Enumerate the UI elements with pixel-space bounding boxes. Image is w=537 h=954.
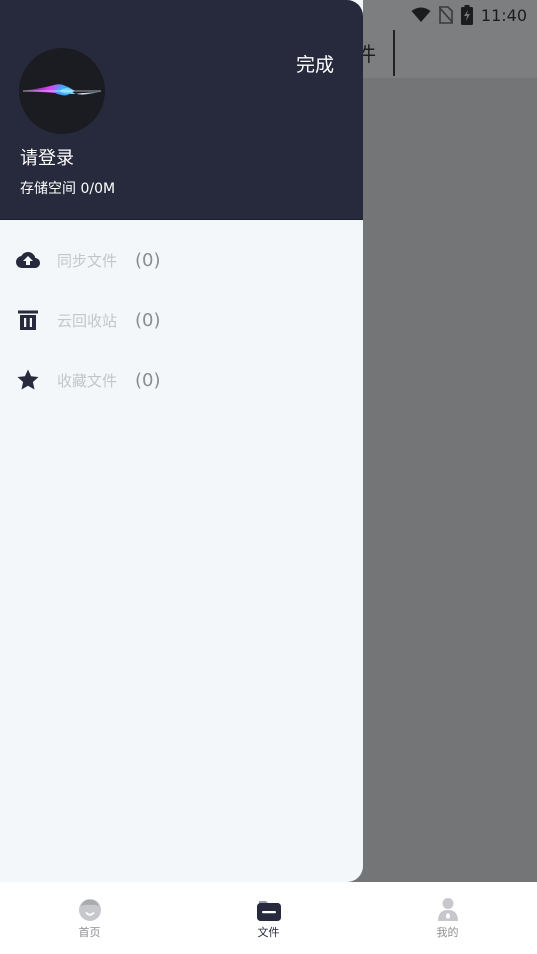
- nav-label: 文件: [257, 926, 280, 939]
- person-lock-icon: [437, 898, 458, 921]
- cloud-upload-icon: [16, 252, 40, 268]
- home-face-icon: [78, 899, 101, 921]
- avatar[interactable]: [19, 48, 105, 134]
- login-prompt[interactable]: 请登录: [20, 144, 74, 170]
- nav-item-mine[interactable]: 我的: [358, 882, 537, 954]
- status-time: 11:40: [480, 5, 527, 25]
- folder-icon: [256, 901, 281, 921]
- bottom-nav: 首页 文件 我的: [0, 882, 537, 954]
- menu-item-favorite-files[interactable]: 收藏文件 (0): [0, 350, 363, 410]
- drawer-menu: 同步文件 (0) 云回收站 (0) 收藏文件 (0): [0, 230, 363, 410]
- battery-charging-icon: [460, 5, 473, 25]
- text-cursor: [393, 30, 395, 76]
- menu-count: (0): [135, 309, 161, 331]
- menu-item-sync-files[interactable]: 同步文件 (0): [0, 230, 363, 290]
- nav-label: 首页: [78, 926, 101, 939]
- siri-wave-icon: [21, 84, 103, 96]
- nav-item-home[interactable]: 首页: [0, 882, 179, 954]
- menu-label: 云回收站: [57, 311, 118, 330]
- menu-item-cloud-recycle-bin[interactable]: 云回收站 (0): [0, 290, 363, 350]
- star-icon: [17, 369, 39, 390]
- nav-label: 我的: [436, 926, 459, 939]
- status-bar: 11:40: [411, 4, 527, 26]
- menu-count: (0): [135, 249, 161, 271]
- wifi-icon: [411, 7, 431, 22]
- done-button[interactable]: 完成: [296, 50, 334, 77]
- menu-label: 收藏文件: [57, 371, 118, 390]
- trash-icon: [18, 310, 38, 330]
- storage-usage: 存储空间 0/0M: [20, 181, 116, 197]
- menu-label: 同步文件: [57, 251, 118, 270]
- nav-item-files[interactable]: 文件: [179, 882, 358, 954]
- menu-count: (0): [135, 369, 161, 391]
- drawer-header: 完成 请登录 存储空间 0/0M: [0, 0, 363, 220]
- side-drawer: 完成 请登录 存储空间 0/0M 同步文件 (0) 云回收站 (0) 收藏文件 …: [0, 0, 363, 882]
- no-sim-icon: [438, 6, 453, 24]
